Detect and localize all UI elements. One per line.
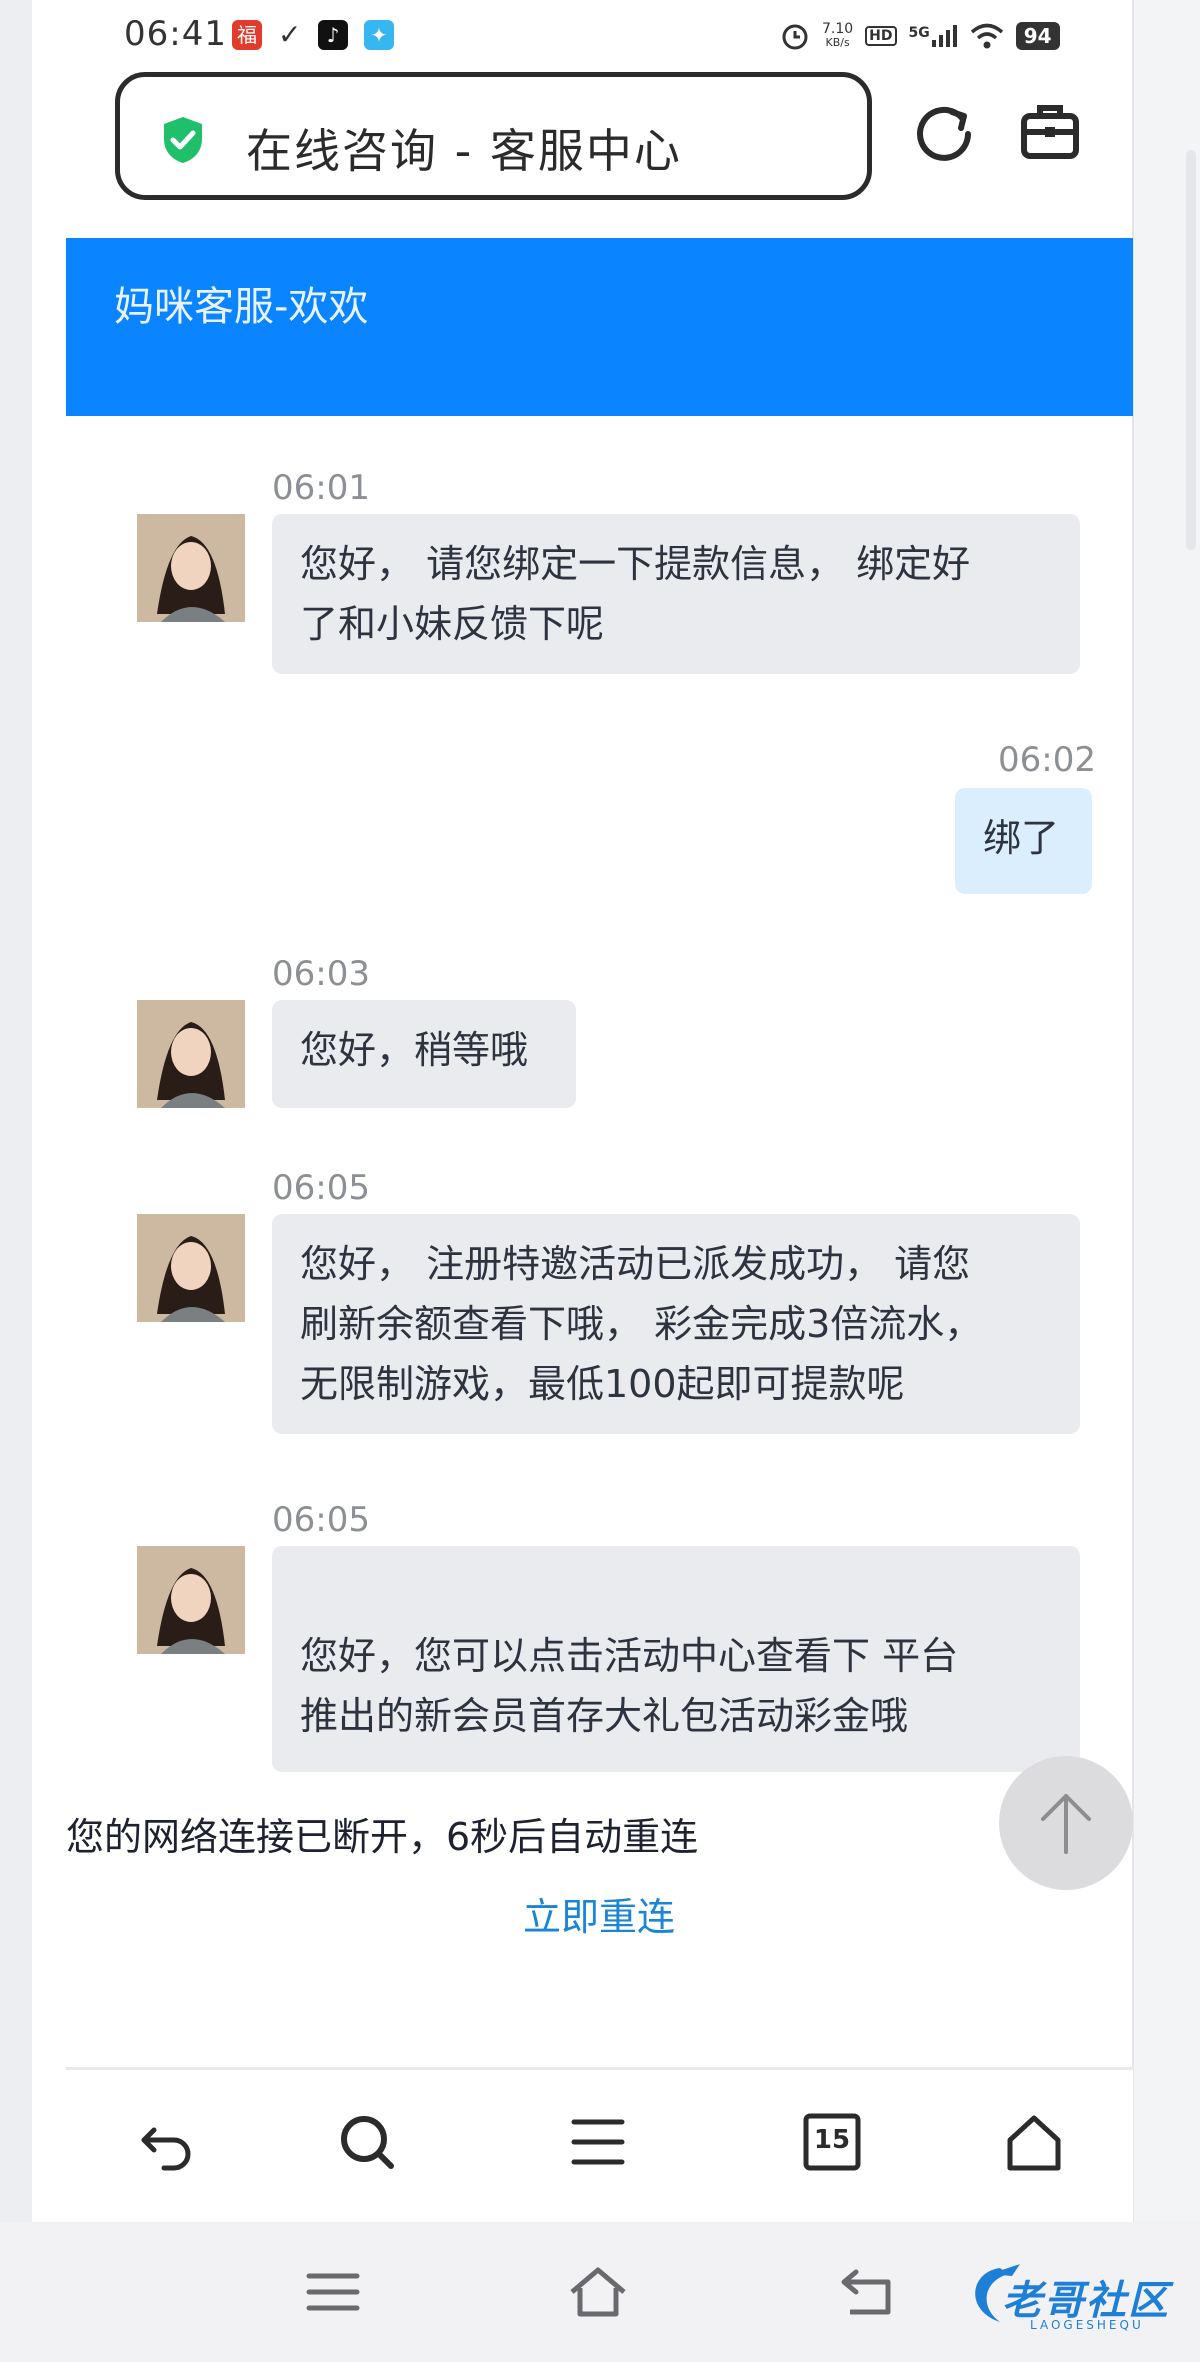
toolbox-icon[interactable] [1018, 100, 1082, 164]
menu-icon[interactable] [566, 2110, 630, 2174]
network-disconnected-notice: 您的网络连接已断开，6秒后自动重连 [66, 1815, 699, 1859]
message-line: 您好，稍等哦 [300, 1028, 529, 1072]
avatar-image [137, 1214, 245, 1322]
battery-indicator: 94 [1015, 22, 1060, 50]
shield-check-icon [164, 117, 202, 163]
tiktok-icon: ♪ [318, 20, 348, 50]
status-time: 06:41 [124, 14, 227, 54]
message-line: 您好，您可以点击活动中心查看下 平台 [300, 1634, 959, 1678]
agent-message: 您好，您可以点击活动中心查看下 平台 推出的新会员首存大礼包活动彩金哦 [272, 1546, 1080, 1772]
agent-message: 您好， 注册特邀活动已派发成功， 请您 刷新余额查看下哦， 彩金完成3倍流水， … [272, 1214, 1080, 1434]
app-notification-icon: ✦ [364, 20, 394, 50]
avatar-image [137, 514, 245, 622]
signal-icon [931, 25, 957, 47]
message-line: 无限制游戏，最低100起即可提款呢 [300, 1362, 905, 1406]
user-message: 绑了 [955, 788, 1092, 894]
message-time: 06:05 [272, 1500, 370, 1540]
agent-message: 您好， 请您绑定一下提款信息， 绑定好 了和小妹反馈下呢 [272, 514, 1080, 674]
message-line: 您好， 请您绑定一下提款信息， 绑定好 [300, 542, 971, 586]
net-speed-unit: KB/s [825, 36, 850, 49]
message-time: 06:05 [272, 1168, 370, 1208]
agent-message: 您好，稍等哦 [272, 1000, 576, 1108]
back-icon[interactable] [134, 2110, 198, 2174]
download-done-icon: ✓ [278, 18, 302, 51]
frame-left [0, 0, 32, 2222]
message-time: 06:01 [272, 468, 370, 508]
system-back-icon[interactable] [836, 2264, 896, 2320]
avatar-image [137, 1546, 245, 1654]
network-label: 5G [908, 25, 930, 41]
message-line: 您好， 注册特邀活动已派发成功， 请您 [300, 1242, 971, 1286]
agent-avatar [137, 1546, 245, 1654]
system-home-icon[interactable] [568, 2264, 628, 2320]
home-icon[interactable] [1002, 2110, 1066, 2174]
chat-header: 妈咪客服-欢欢 [66, 238, 1133, 416]
alarm-icon [782, 24, 808, 50]
agent-avatar [137, 1214, 245, 1322]
net-speed-value: 7.10 [822, 21, 854, 37]
network-type: 5G [909, 25, 958, 47]
message-line [300, 1566, 1052, 1626]
notification-app-icon: 福 [232, 20, 262, 50]
message-time: 06:03 [272, 954, 370, 994]
agent-avatar [137, 1000, 245, 1108]
status-indicators: 7.10 KB/s HD 5G 94 [780, 18, 1060, 54]
address-bar[interactable]: 在线咨询 - 客服中心 [115, 72, 872, 200]
arrow-up-icon [1041, 1794, 1091, 1854]
agent-name: 妈咪客服-欢欢 [114, 284, 369, 330]
avatar-image [137, 1000, 245, 1108]
watermark-subtext: LAOGESHEQU [1030, 2318, 1144, 2332]
reconnect-now-link[interactable]: 立即重连 [523, 1886, 675, 1941]
search-icon[interactable] [335, 2110, 399, 2174]
page-title: 在线咨询 - 客服中心 [246, 124, 682, 178]
message-line: 绑了 [983, 816, 1060, 860]
message-line: 刷新余额查看下哦， 彩金完成3倍流水， [300, 1302, 983, 1346]
message-time: 06:02 [998, 740, 1096, 780]
calendar-icon[interactable]: 15 [800, 2110, 864, 2174]
wifi-icon [970, 23, 1003, 49]
recent-apps-icon[interactable] [303, 2264, 363, 2320]
calendar-day: 15 [813, 2125, 851, 2155]
scroll-to-top-button[interactable] [999, 1756, 1133, 1890]
agent-avatar [137, 514, 245, 622]
message-line: 了和小妹反馈下呢 [300, 602, 605, 646]
message-line: 推出的新会员首存大礼包活动彩金哦 [300, 1694, 909, 1738]
refresh-icon[interactable] [912, 100, 976, 164]
scrollbar-thumb[interactable] [1186, 150, 1196, 550]
net-speed: 7.10 KB/s [822, 22, 853, 50]
hd-badge: HD [865, 26, 897, 46]
